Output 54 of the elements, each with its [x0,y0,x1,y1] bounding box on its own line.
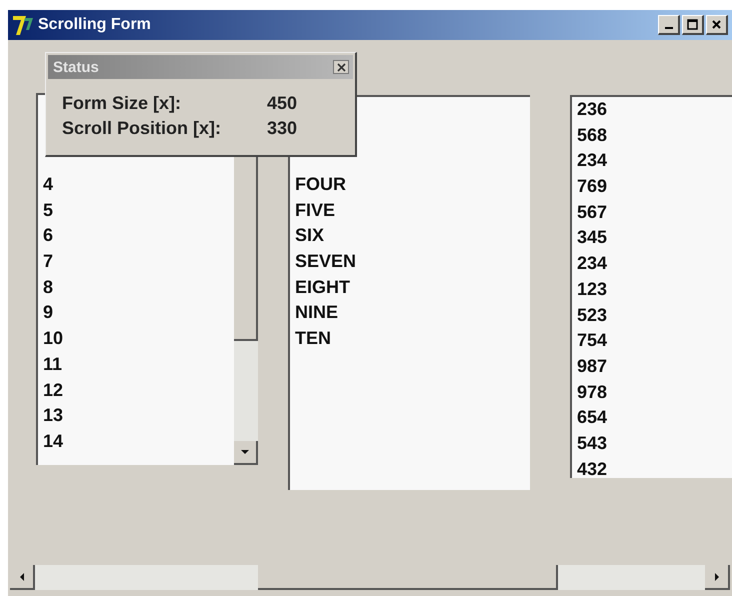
close-icon [336,62,346,72]
list-item[interactable]: 9 [43,300,234,326]
list-item[interactable]: 234 [577,251,732,277]
list-item[interactable]: 987 [577,354,732,380]
status-title: Status [53,58,99,76]
list-item[interactable]: 754 [577,328,732,354]
close-icon [711,19,722,30]
status-value: 450 [267,92,298,115]
list-item[interactable]: 4 [43,172,234,198]
horizontal-scrollbar[interactable] [10,565,730,590]
list-item[interactable]: 5 [43,198,234,224]
list-item[interactable]: NINE [295,300,530,326]
window-title: Scrolling Form [38,16,152,34]
right-arrow-icon [714,572,718,580]
status-value: 330 [267,117,298,140]
list-item[interactable]: 8 [43,274,234,300]
list-item[interactable]: 13 [43,403,234,429]
list-item[interactable]: FIVE [295,198,530,224]
maximize-button[interactable] [682,15,704,35]
list-item[interactable]: 7 [43,249,234,275]
list-item[interactable]: 234 [577,148,732,174]
scroll-left-button[interactable] [10,565,35,590]
scroll-right-button[interactable] [705,565,730,590]
left-arrow-icon [20,572,24,580]
list-item[interactable]: 567 [577,200,732,226]
list-item[interactable]: 568 [577,122,732,148]
list-item[interactable]: 11 [43,352,234,378]
maximize-icon [687,19,698,30]
list-item[interactable]: 543 [577,430,732,457]
list-item[interactable]: 236 [577,97,732,123]
list-item[interactable]: 345 [577,225,732,252]
list-item[interactable]: 12 [43,378,234,404]
down-arrow-icon [241,450,249,454]
status-label: Scroll Position [x]: [62,117,222,140]
list-item[interactable]: 654 [577,405,732,431]
minimize-icon [664,27,672,29]
list-item[interactable]: 978 [577,380,732,406]
list-item[interactable]: EIGHT [295,274,530,300]
list-item[interactable]: TEN [295,326,530,352]
list-item[interactable]: 6 [43,223,234,250]
list-item[interactable]: 432 [577,456,732,478]
list-item[interactable]: FOUR [295,172,530,198]
scrollbar-thumb[interactable] [258,565,558,590]
list-item[interactable]: 769 [577,174,732,200]
list-item[interactable]: SIX [295,223,530,250]
status-label: Form Size [x]: [62,92,182,115]
list-item[interactable]: SEVEN [295,249,530,275]
minimize-button[interactable] [658,15,680,35]
list-item[interactable]: 523 [577,302,732,328]
list-item[interactable]: 14 [43,428,234,455]
list-item[interactable]: 10 [43,326,234,352]
list-item[interactable]: 123 [577,276,732,302]
close-button[interactable] [333,60,349,74]
app-logo-icon [12,14,34,36]
